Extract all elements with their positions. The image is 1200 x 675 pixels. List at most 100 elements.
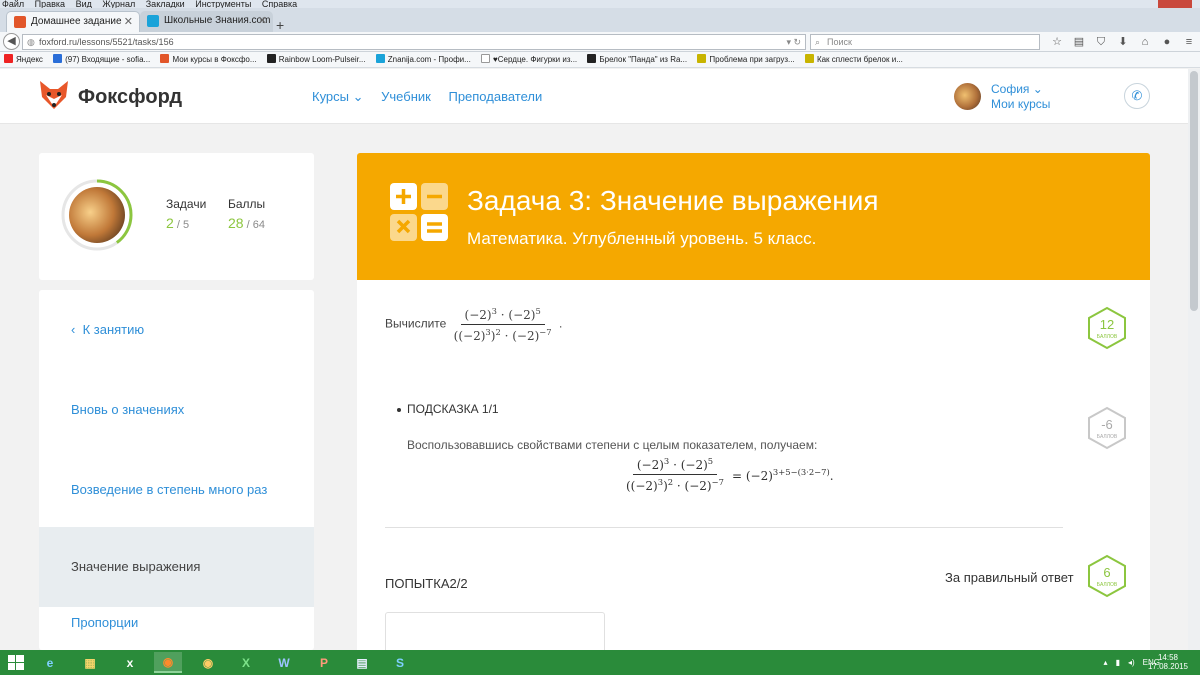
menu-item-bookmarks[interactable]: Закладки xyxy=(146,0,185,8)
nav-teachers[interactable]: Преподаватели xyxy=(448,89,542,104)
windows-start-icon[interactable] xyxy=(8,655,24,670)
play-icon xyxy=(266,54,276,63)
bookmark-star-icon[interactable]: ☆ xyxy=(1046,34,1068,50)
bookmark-znanija[interactable]: Znanija.com - Профи... xyxy=(375,52,471,67)
points-done: 28 xyxy=(228,215,244,231)
bookmark-heart[interactable]: ♥Сердце. Фигурки из... xyxy=(481,52,577,67)
my-courses-link[interactable]: Мои курсы xyxy=(991,97,1050,112)
window-controls xyxy=(1090,0,1200,8)
points-value: 12 xyxy=(1099,317,1115,332)
notepad-icon[interactable]: ▤ xyxy=(348,652,376,673)
forum-icon xyxy=(697,54,707,63)
bookmark-how-to[interactable]: Как сплести брелок и... xyxy=(804,52,903,67)
answer-input[interactable] xyxy=(385,612,605,650)
toolbar-icons: ☆ ▤ ⛉ ⬇ ⌂ ● ≡ xyxy=(1046,34,1200,50)
close-window-button[interactable] xyxy=(1158,0,1192,8)
pocket-icon[interactable]: ⛉ xyxy=(1090,34,1112,50)
tab-homework[interactable]: Домашнее задание ✕ xyxy=(6,11,140,32)
hint-header[interactable]: ПОДСКАЗКА 1/1 xyxy=(397,402,499,416)
windows-taskbar: e ▦ x ◉ ◉ X W P ▤ S ▴ ▮ ◂) ENG 14:58 17.… xyxy=(0,650,1200,675)
search-icon: ⌕ xyxy=(815,37,821,47)
lesson-item-active[interactable]: Значение выражения xyxy=(39,527,314,607)
nav-textbook[interactable]: Учебник xyxy=(381,89,431,104)
menu-icon[interactable]: ≡ xyxy=(1178,34,1200,50)
tray-chevron-icon[interactable]: ▴ xyxy=(1104,658,1108,667)
search-input[interactable]: ⌕ Поиск xyxy=(810,34,1040,50)
menu-item-view[interactable]: Вид xyxy=(76,0,92,8)
store-icon[interactable]: x xyxy=(116,652,144,673)
menu-item-file[interactable]: Файл xyxy=(2,0,24,8)
maximize-button[interactable] xyxy=(1124,0,1150,8)
lesson-list: ‹ К занятию Вновь о значениях Возведение… xyxy=(39,290,314,650)
points-total: 64 xyxy=(252,219,265,231)
new-tab-icon[interactable]: + xyxy=(276,17,284,33)
problem-prompt: Вычислите xyxy=(385,316,447,331)
lesson-item[interactable]: Вновь о значениях xyxy=(39,370,314,450)
profile-card: Задачи 2 / 5 Баллы 28 / 64 xyxy=(39,153,314,280)
foxford-favicon-icon xyxy=(14,16,26,28)
reload-icon[interactable]: ▾ ↻ xyxy=(786,35,801,49)
hint-label: ПОДСКАЗКА 1/1 xyxy=(407,402,499,416)
excel-icon[interactable]: X xyxy=(232,652,260,673)
lesson-item[interactable]: Пропорции xyxy=(39,608,314,650)
section-divider xyxy=(385,527,1063,528)
lesson-item[interactable]: Возведение в степень много раз xyxy=(39,450,314,530)
clock[interactable]: 14:58 17.08.2015 xyxy=(1148,653,1188,671)
chat-icon[interactable]: ● xyxy=(1156,34,1178,50)
user-avatar[interactable] xyxy=(954,83,981,110)
znanija-icon xyxy=(375,54,385,63)
user-name[interactable]: София ⌄ xyxy=(991,82,1050,97)
tab-znanija[interactable]: Школьные Знания.com - ... ✕ xyxy=(140,11,273,32)
bookmarks-bar: Яндекс (97) Входящие - sofia... Мои курс… xyxy=(0,52,1200,68)
url-text: foxford.ru/lessons/5521/tasks/156 xyxy=(39,37,174,47)
powerpoint-icon[interactable]: P xyxy=(310,652,338,673)
scrollbar-thumb[interactable] xyxy=(1190,71,1198,311)
task-title: Задача 3: Значение выражения xyxy=(467,185,879,216)
bookmark-inbox[interactable]: (97) Входящие - sofia... xyxy=(53,52,150,67)
bookmark-panda[interactable]: Брелок "Панда" из Ra... xyxy=(587,52,687,67)
explorer-icon[interactable]: ▦ xyxy=(76,652,104,673)
task-subtitle: Математика. Углубленный уровень. 5 класс… xyxy=(467,229,817,248)
profile-avatar xyxy=(69,187,125,243)
page-scrollbar[interactable] xyxy=(1188,69,1200,650)
minimize-button[interactable] xyxy=(1090,0,1116,8)
logo-text[interactable]: Фоксфорд xyxy=(78,86,182,109)
reading-list-icon[interactable]: ▤ xyxy=(1068,34,1090,50)
menu-item-history[interactable]: Журнал xyxy=(102,0,135,8)
close-tab-icon[interactable]: ✕ xyxy=(258,11,267,31)
navigation-bar: ◀ ◍ foxford.ru/lessons/5521/tasks/156 ▾ … xyxy=(0,32,1200,52)
firefox-icon[interactable]: ◉ xyxy=(154,652,182,673)
problem-formula: (−2)3 · (−2)5 ((−2)3)2 · (−2)−7 xyxy=(453,306,552,343)
fox-logo-icon[interactable] xyxy=(36,77,72,113)
reward-value: 6 xyxy=(1103,565,1111,580)
bookmark-yandex[interactable]: Яндекс xyxy=(4,52,43,67)
volume-icon[interactable]: ◂) xyxy=(1128,658,1135,667)
search-placeholder: Поиск xyxy=(827,37,852,47)
back-to-lesson-link[interactable]: ‹ К занятию xyxy=(39,290,314,370)
menu-item-help[interactable]: Справка xyxy=(262,0,297,8)
nav-courses[interactable]: Курсы ⌄ xyxy=(312,89,364,104)
download-icon[interactable]: ⬇ xyxy=(1112,34,1134,50)
bullet-icon xyxy=(397,407,401,412)
close-tab-icon[interactable]: ✕ xyxy=(124,12,133,32)
menu-item-tools[interactable]: Инструменты xyxy=(195,0,251,8)
bookmark-foxford[interactable]: Мои курсы в Фоксфо... xyxy=(160,52,257,67)
menu-item-edit[interactable]: Правка xyxy=(35,0,65,8)
main-nav: Курсы ⌄ Учебник Преподаватели xyxy=(312,89,556,105)
network-icon[interactable]: ▮ xyxy=(1116,658,1120,667)
attempt-label: ПОПЫТКА2/2 xyxy=(385,576,468,591)
back-button[interactable]: ◀ xyxy=(3,33,20,50)
ie-icon[interactable]: e xyxy=(36,652,64,673)
bookmark-rainbow-loom[interactable]: Rainbow Loom-Pulseir... xyxy=(266,52,366,67)
url-bar[interactable]: ◍ foxford.ru/lessons/5521/tasks/156 ▾ ↻ xyxy=(22,34,806,50)
home-icon[interactable]: ⌂ xyxy=(1134,34,1156,50)
viewer-icon[interactable]: ◉ xyxy=(194,652,222,673)
bookmark-problem[interactable]: Проблема при загруз... xyxy=(697,52,795,67)
skype-icon[interactable]: S xyxy=(386,652,414,673)
penalty-value: -6 xyxy=(1101,417,1113,432)
hint-text: Воспользовавшись свойствами степени с це… xyxy=(407,438,818,452)
calculator-icon xyxy=(390,183,448,241)
phone-icon[interactable]: ✆ xyxy=(1124,83,1150,109)
word-icon[interactable]: W xyxy=(270,652,298,673)
user-menu[interactable]: София ⌄ Мои курсы xyxy=(991,82,1050,112)
